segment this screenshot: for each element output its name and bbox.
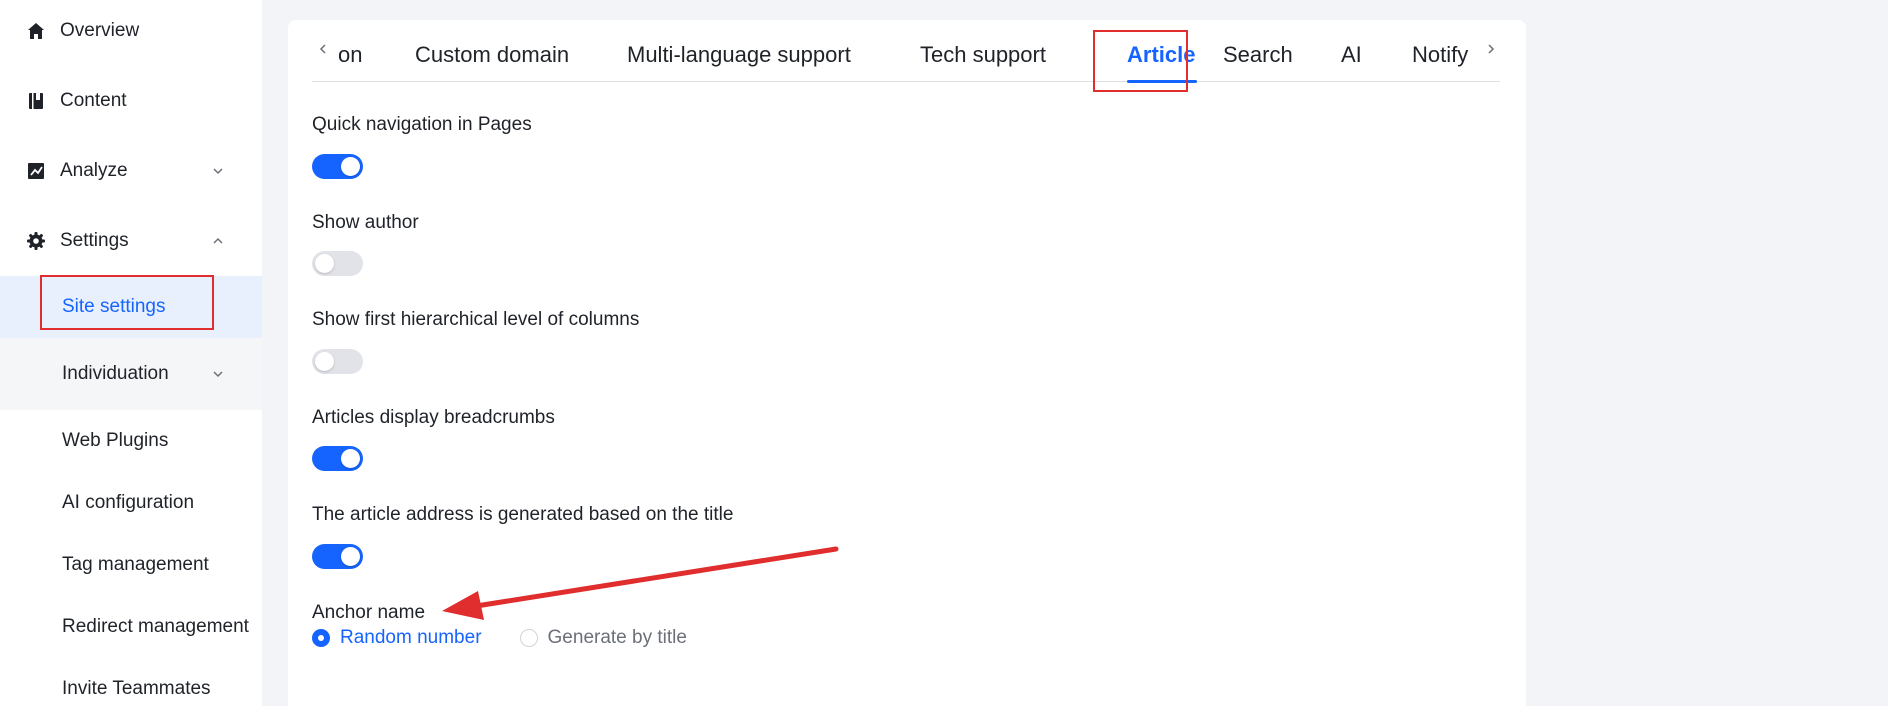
sidebar-item-individuation[interactable]: Individuation — [0, 338, 262, 410]
sidebar-item-invite-teammates[interactable]: Invite Teammates — [0, 658, 262, 706]
sidebar-item-web-plugins[interactable]: Web Plugins — [0, 410, 262, 472]
tab-ai[interactable]: AI — [1341, 42, 1362, 68]
chevron-down-icon[interactable] — [210, 163, 226, 179]
tab-bar: on Custom domain Multi-language support … — [312, 20, 1500, 83]
tab-notify[interactable]: Notify — [1412, 42, 1468, 68]
sidebar-item-label: Analyze — [60, 160, 128, 181]
tab-on[interactable]: on — [338, 42, 362, 68]
active-tab-indicator — [1127, 80, 1197, 83]
gear-icon — [26, 231, 46, 251]
sidebar-item-settings[interactable]: Settings — [0, 206, 262, 276]
radio-label: Random number — [340, 627, 482, 648]
sidebar-item-site-settings[interactable]: Site settings — [0, 276, 262, 338]
toggle-knob — [315, 352, 334, 371]
sidebar-item-overview[interactable]: Overview — [0, 0, 262, 66]
sidebar-item-label: Site settings — [62, 296, 166, 317]
setting-label: Show first hierarchical level of columns — [312, 309, 640, 330]
book-icon — [26, 91, 46, 111]
sidebar-item-label: Redirect management — [62, 616, 249, 637]
show-first-level-columns-toggle[interactable] — [312, 349, 363, 374]
sidebar-item-label: Settings — [60, 230, 129, 251]
sidebar-item-label: Overview — [60, 20, 140, 41]
toggle-knob — [341, 449, 360, 468]
sidebar-item-redirect-management[interactable]: Redirect management — [0, 596, 262, 658]
chevron-left-icon[interactable] — [316, 42, 330, 56]
tab-multi-language-support[interactable]: Multi-language support — [627, 42, 851, 68]
sidebar-item-label: Web Plugins — [62, 430, 169, 451]
chevron-down-icon[interactable] — [210, 366, 226, 382]
chevron-right-icon[interactable] — [1484, 42, 1498, 56]
sidebar-item-label: Individuation — [62, 363, 169, 384]
radio-dot — [312, 629, 330, 647]
sidebar: Overview Content Analyze Settings Site s… — [0, 0, 262, 706]
tab-search[interactable]: Search — [1223, 42, 1293, 68]
setting-label: The article address is generated based o… — [312, 504, 734, 525]
breadcrumbs-toggle[interactable] — [312, 446, 363, 471]
radio-label: Generate by title — [547, 627, 687, 648]
toggle-knob — [341, 157, 360, 176]
setting-label: Quick navigation in Pages — [312, 114, 532, 135]
sidebar-item-content[interactable]: Content — [0, 66, 262, 136]
home-icon — [26, 21, 46, 41]
chart-icon — [26, 161, 46, 181]
setting-label: Show author — [312, 212, 419, 233]
sidebar-item-label: AI configuration — [62, 492, 195, 513]
sidebar-item-tag-management[interactable]: Tag management — [0, 534, 262, 596]
toggle-knob — [315, 254, 334, 273]
chevron-up-icon[interactable] — [210, 233, 226, 249]
anchor-name-label: Anchor name — [312, 602, 426, 623]
tab-tech-support[interactable]: Tech support — [920, 42, 1046, 68]
generate-by-title-radio[interactable]: Generate by title — [519, 627, 687, 649]
sidebar-item-label: Invite Teammates — [62, 678, 211, 699]
random-number-radio[interactable]: Random number — [312, 627, 482, 649]
anchor-name-radio-group: Random number Generate by title — [312, 627, 725, 649]
sidebar-item-label: Tag management — [62, 554, 209, 575]
tab-custom-domain[interactable]: Custom domain — [415, 42, 569, 68]
sidebar-item-label: Content — [60, 90, 127, 111]
radio-dot — [519, 629, 538, 647]
article-address-toggle[interactable] — [312, 544, 363, 569]
sidebar-item-ai-configuration[interactable]: AI configuration — [0, 472, 262, 534]
tab-article[interactable]: Article — [1127, 42, 1195, 68]
toggle-knob — [341, 547, 360, 566]
sidebar-item-analyze[interactable]: Analyze — [0, 136, 262, 206]
setting-label: Articles display breadcrumbs — [312, 407, 555, 428]
settings-panel: on Custom domain Multi-language support … — [288, 20, 1526, 706]
quick-navigation-toggle[interactable] — [312, 154, 363, 179]
show-author-toggle[interactable] — [312, 251, 363, 276]
